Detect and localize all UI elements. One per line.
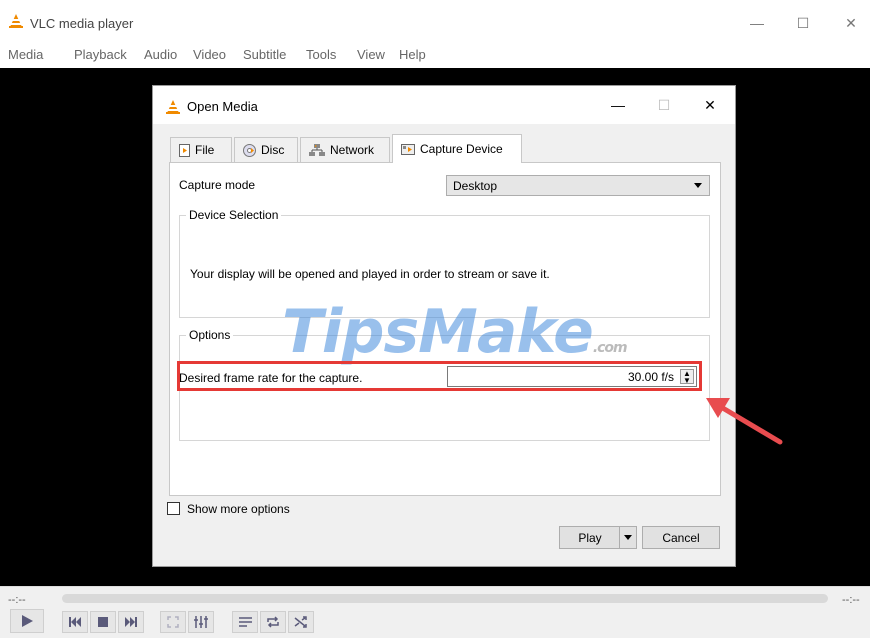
- play-button[interactable]: Play: [559, 526, 621, 549]
- loop-button[interactable]: [260, 611, 286, 633]
- tab-network[interactable]: Network: [300, 137, 390, 162]
- menu-audio[interactable]: Audio: [144, 47, 177, 62]
- app-titlebar: VLC media player — ☐ ✕: [0, 0, 870, 40]
- dialog-titlebar: Open Media — ☐ ✕: [153, 86, 735, 124]
- elapsed-time: --:--: [8, 594, 26, 606]
- previous-icon: [69, 617, 81, 627]
- shuffle-icon: [294, 616, 307, 628]
- menubar: Media Playback Audio Video Subtitle Tool…: [0, 40, 870, 68]
- menu-view[interactable]: View: [357, 47, 385, 62]
- vlc-cone-icon: [166, 100, 180, 114]
- extended-settings-icon: [194, 616, 208, 628]
- cancel-button[interactable]: Cancel: [642, 526, 720, 549]
- extended-settings-button[interactable]: [188, 611, 214, 633]
- tab-capture-device-label: Capture Device: [420, 142, 503, 156]
- stop-button[interactable]: [90, 611, 116, 633]
- frame-rate-value: 30.00 f/s: [627, 370, 674, 384]
- menu-help[interactable]: Help: [399, 47, 426, 62]
- tab-file-label: File: [195, 143, 215, 157]
- watermark-text: TipsMake: [282, 297, 594, 367]
- capture-mode-value: Desktop: [453, 179, 498, 193]
- capture-device-panel: Capture mode Desktop Device Selection Yo…: [169, 162, 721, 496]
- fullscreen-button[interactable]: [160, 611, 186, 633]
- tab-file[interactable]: File: [170, 137, 232, 162]
- tab-disc-label: Disc: [261, 143, 285, 157]
- show-more-options-checkbox[interactable]: [167, 502, 180, 515]
- device-selection-text: Your display will be opened and played i…: [190, 267, 550, 281]
- frame-rate-spinbox[interactable]: 30.00 f/s ▲ ▼: [447, 366, 697, 387]
- fullscreen-icon: [167, 616, 179, 628]
- cancel-button-label: Cancel: [662, 530, 700, 545]
- play-button[interactable]: [10, 609, 44, 633]
- loop-icon: [267, 616, 279, 628]
- frame-rate-label: Desired frame rate for the capture.: [179, 371, 363, 385]
- capture-mode-label: Capture mode: [179, 178, 256, 192]
- menu-subtitle[interactable]: Subtitle: [243, 47, 286, 62]
- minimize-button[interactable]: —: [742, 12, 772, 34]
- chevron-down-icon: [694, 183, 702, 188]
- menu-playback[interactable]: Playback: [74, 47, 127, 62]
- annotation-arrow-icon: [706, 398, 783, 445]
- dialog-maximize-button[interactable]: ☐: [649, 94, 679, 116]
- chevron-down-icon: [624, 535, 632, 540]
- spin-updown-icon[interactable]: ▲ ▼: [680, 369, 694, 385]
- capture-mode-select[interactable]: Desktop: [446, 175, 710, 196]
- dialog-minimize-button[interactable]: —: [603, 94, 633, 116]
- tipsmake-watermark: TipsMake.com: [282, 297, 628, 367]
- play-button-label: Play: [578, 530, 602, 545]
- dialog-close-button[interactable]: ✕: [695, 94, 725, 116]
- next-button[interactable]: [118, 611, 144, 633]
- dialog-title: Open Media: [187, 99, 258, 114]
- tab-network-label: Network: [330, 143, 375, 157]
- network-icon: [309, 143, 325, 156]
- remaining-time: --:--: [842, 594, 860, 606]
- player-controls: --:-- --:--: [0, 586, 870, 638]
- open-media-dialog: Open Media — ☐ ✕ File Disc Network Captu…: [152, 85, 736, 567]
- device-selection-legend: Device Selection: [186, 208, 282, 222]
- shuffle-button[interactable]: [288, 611, 314, 633]
- options-legend: Options: [186, 328, 234, 342]
- play-dropdown-button[interactable]: [619, 526, 637, 549]
- vlc-cone-icon: [9, 14, 23, 28]
- capture-device-icon: [401, 143, 415, 155]
- playlist-icon: [238, 616, 252, 627]
- maximize-button[interactable]: ☐: [788, 12, 818, 34]
- menu-media[interactable]: Media: [8, 47, 43, 62]
- show-more-options-label: Show more options: [187, 502, 290, 516]
- tab-capture-device[interactable]: Capture Device: [392, 134, 522, 163]
- close-button[interactable]: ✕: [836, 12, 866, 34]
- app-title: VLC media player: [30, 16, 134, 31]
- menu-video[interactable]: Video: [193, 47, 226, 62]
- previous-button[interactable]: [62, 611, 88, 633]
- seek-slider[interactable]: [62, 594, 828, 603]
- watermark-suffix: .com: [592, 340, 628, 356]
- play-icon: [22, 615, 33, 627]
- disc-icon: [243, 143, 256, 157]
- menu-tools[interactable]: Tools: [306, 47, 336, 62]
- tab-disc[interactable]: Disc: [234, 137, 298, 162]
- stop-icon: [98, 617, 108, 627]
- file-icon: [179, 143, 190, 157]
- playlist-button[interactable]: [232, 611, 258, 633]
- next-icon: [125, 617, 137, 627]
